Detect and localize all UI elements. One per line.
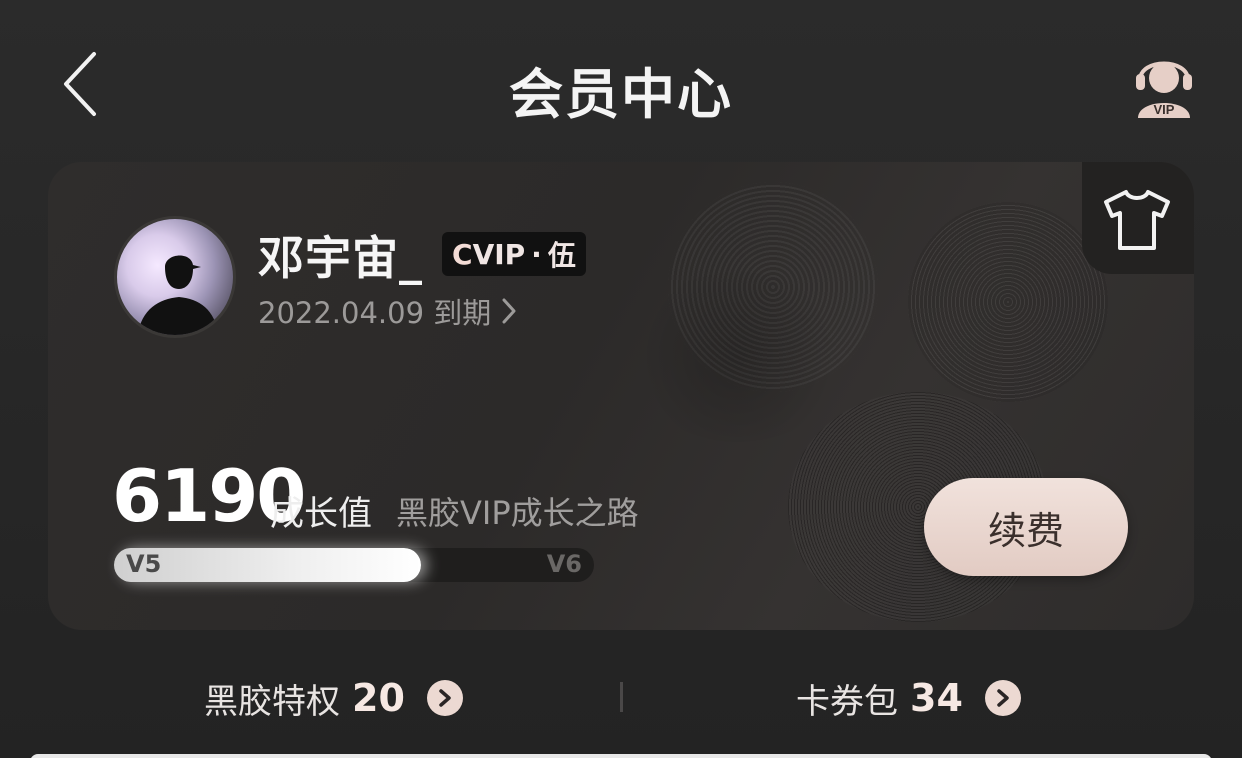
- svg-text:VIP: VIP: [1154, 102, 1175, 117]
- username: 邓宇宙_: [258, 231, 423, 285]
- progress-from-level: V5: [126, 550, 162, 578]
- card-decoration: [908, 202, 1108, 402]
- vip-center-page: 会员中心 VIP 邓宇宙_ C VIP · 伍 2022.04.09 到期 61…: [0, 0, 1242, 758]
- arrow-right-circle-icon: [426, 680, 463, 716]
- coupons-link[interactable]: 卡券包 34: [796, 672, 1021, 724]
- coupons-count: 34: [910, 676, 963, 720]
- expire-text: 2022.04.09 到期: [258, 296, 492, 330]
- vip-service-button[interactable]: VIP: [1132, 46, 1196, 118]
- growth-road-link[interactable]: 黑胶VIP成长之路: [396, 488, 639, 534]
- renew-button[interactable]: 续费: [924, 478, 1128, 576]
- dress-up-button[interactable]: [1082, 162, 1194, 274]
- page-title: 会员中心: [509, 63, 733, 126]
- customer-service-icon: VIP: [1136, 61, 1192, 118]
- chevron-right-icon: [502, 298, 516, 324]
- tshirt-icon: [1104, 190, 1170, 250]
- progress-to-level: V6: [546, 550, 582, 578]
- divider: [620, 682, 623, 712]
- badge-level: 伍: [547, 239, 576, 272]
- avatar[interactable]: [114, 216, 236, 338]
- member-card: 邓宇宙_ C VIP · 伍 2022.04.09 到期 6190 成长值 黑胶…: [48, 162, 1194, 630]
- badge-logo-letter: C: [452, 237, 473, 271]
- privileges-count: 20: [352, 676, 405, 720]
- arrow-right-circle-icon: [984, 680, 1021, 716]
- expire-date-link[interactable]: 2022.04.09 到期: [258, 290, 517, 332]
- privileges-link[interactable]: 黑胶特权 20: [204, 672, 463, 724]
- vip-level-badge[interactable]: C VIP · 伍: [442, 232, 586, 276]
- card-decoration: [628, 272, 848, 442]
- badge-vip-text: VIP: [472, 237, 526, 271]
- level-progress-bar: V5 V6: [114, 548, 594, 582]
- next-panel-edge: [30, 754, 1212, 758]
- badge-dot: ·: [531, 237, 542, 271]
- coupons-label: 卡券包: [796, 681, 898, 722]
- privileges-label: 黑胶特权: [204, 681, 340, 722]
- avatar-silhouette: [137, 255, 219, 335]
- growth-label: 成长值: [270, 494, 372, 534]
